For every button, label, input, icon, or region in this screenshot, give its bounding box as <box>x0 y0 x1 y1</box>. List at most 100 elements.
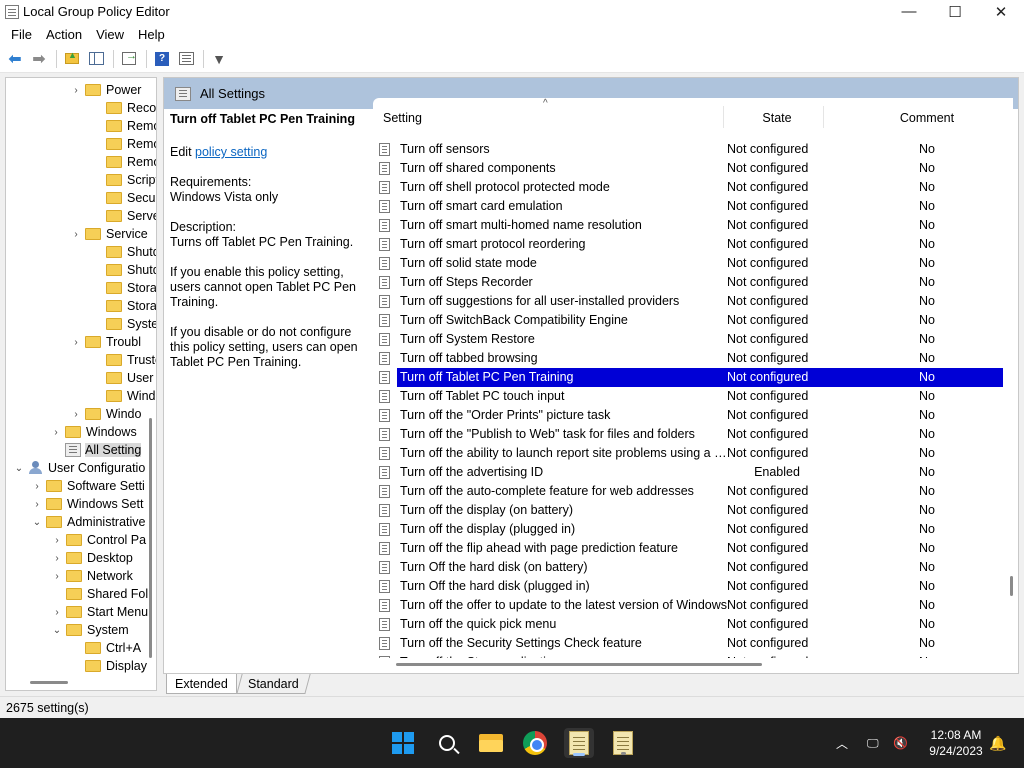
notepad-taskbar-button[interactable] <box>608 728 638 758</box>
show-hide-tree-button[interactable] <box>85 48 107 70</box>
tree-item[interactable]: All Setting <box>50 441 142 459</box>
tab-extended[interactable]: Extended <box>166 674 237 694</box>
tree-vertical-scrollbar[interactable] <box>149 418 152 658</box>
clock[interactable]: 12:08 AM 9/24/2023 <box>918 727 994 759</box>
policy-row[interactable]: Turn Off the hard disk (plugged in) Not c… <box>373 577 1003 596</box>
tree-item[interactable]: › Power <box>70 81 141 99</box>
tree-item[interactable]: User Pr <box>91 369 156 387</box>
menu-action[interactable]: Action <box>39 27 89 42</box>
tree-item[interactable]: Shutdo <box>91 243 156 261</box>
back-button[interactable]: ⬅ <box>4 48 26 70</box>
policy-row[interactable]: Turn off shared components Not configured… <box>373 159 1003 178</box>
policy-row[interactable]: Turn off the flip ahead with page predic… <box>373 539 1003 558</box>
maximize-button[interactable]: ☐ <box>932 0 978 23</box>
start-button[interactable] <box>388 728 418 758</box>
tree-item[interactable]: › Windo <box>70 405 141 423</box>
column-separator[interactable] <box>723 106 724 128</box>
tree-item[interactable]: Remot <box>91 135 156 153</box>
column-separator[interactable] <box>823 106 824 128</box>
up-one-level-button[interactable] <box>61 48 83 70</box>
notifications-bell-icon[interactable]: 🔔 <box>989 735 1006 752</box>
tree-item[interactable]: Server <box>91 207 156 225</box>
column-header-comment[interactable]: Comment <box>827 98 1013 138</box>
policy-row[interactable]: Turn off the "Order Prints" picture task… <box>373 406 1003 425</box>
list-horizontal-scrollbar[interactable] <box>396 663 762 666</box>
policy-row[interactable]: Turn off the display (on battery) Not con… <box>373 501 1003 520</box>
tree-item[interactable]: › Software Setti <box>31 477 145 495</box>
tree-item[interactable]: ⌄ Administrative <box>31 513 146 531</box>
policy-row[interactable]: Turn off shell protocol protected mode No… <box>373 178 1003 197</box>
chevron-down-icon[interactable]: ⌄ <box>13 463 25 474</box>
network-button[interactable]: 🖵 <box>867 718 879 768</box>
policy-row[interactable]: Turn off Steps Recorder Not configured No <box>373 273 1003 292</box>
policy-row[interactable]: Turn off Tablet PC Pen Training Not confi… <box>373 368 1003 387</box>
column-header-setting[interactable]: Setting <box>383 98 723 138</box>
chevron-right-icon[interactable]: › <box>70 229 82 240</box>
policy-row[interactable]: Turn off System Restore Not configured No <box>373 330 1003 349</box>
forward-button[interactable]: ➡ <box>28 48 50 70</box>
help-button[interactable]: ? <box>151 48 173 70</box>
tree-item[interactable]: Scripts <box>91 171 156 189</box>
tree-item[interactable]: Storag <box>91 279 156 297</box>
policy-row[interactable]: Turn off the "Publish to Web" task for f… <box>373 425 1003 444</box>
tree-item[interactable]: › Start Menu <box>51 603 148 621</box>
close-button[interactable]: ✕ <box>978 0 1024 23</box>
chrome-button[interactable] <box>520 728 550 758</box>
tree-item[interactable]: Shutdo <box>91 261 156 279</box>
tree-item[interactable]: › Control Pa <box>51 531 146 549</box>
tree-item[interactable]: Windo <box>91 387 156 405</box>
tree-item[interactable]: Ctrl+A <box>70 639 141 657</box>
policy-row[interactable]: Turn off the Security Settings Check fea… <box>373 634 1003 653</box>
chevron-right-icon[interactable]: › <box>51 607 63 618</box>
minimize-button[interactable]: — <box>886 0 932 23</box>
menu-file[interactable]: File <box>4 27 39 42</box>
tree-item[interactable]: › Troubl <box>70 333 141 351</box>
policy-row[interactable]: Turn off the advertising ID Enabled No <box>373 463 1003 482</box>
tree-item[interactable]: Truste <box>91 351 156 369</box>
chevron-right-icon[interactable]: › <box>31 499 43 510</box>
tree-item[interactable]: Securit <box>91 189 156 207</box>
chevron-right-icon[interactable]: › <box>51 535 63 546</box>
menu-help[interactable]: Help <box>131 27 172 42</box>
tree-item[interactable]: › Windows Sett <box>31 495 143 513</box>
policy-row[interactable]: Turn off the auto-complete feature for w… <box>373 482 1003 501</box>
tree-item[interactable]: ⌄ System <box>51 621 129 639</box>
column-header-state[interactable]: State <box>727 98 827 138</box>
policy-row[interactable]: Turn off the display (plugged in) Not con… <box>373 520 1003 539</box>
tree-item[interactable]: Display <box>70 657 147 675</box>
chevron-right-icon[interactable]: › <box>70 85 82 96</box>
policy-row[interactable]: Turn off tabbed browsing Not configured No <box>373 349 1003 368</box>
tree-item[interactable]: › Network <box>51 567 133 585</box>
tree-item[interactable]: ⌄ User Configuratio <box>13 459 145 477</box>
chevron-right-icon[interactable]: › <box>70 409 82 420</box>
tree-item[interactable]: Recove <box>91 99 156 117</box>
export-list-button[interactable] <box>118 48 140 70</box>
tree-item[interactable]: Remot <box>91 117 156 135</box>
policy-row[interactable]: Turn Off the hard disk (on battery) Not c… <box>373 558 1003 577</box>
edit-policy-setting-link[interactable]: policy setting <box>195 145 267 159</box>
tree-item[interactable]: › Service <box>70 225 147 243</box>
list-vertical-scrollbar[interactable] <box>1010 576 1013 596</box>
policy-row[interactable]: Turn off solid state mode Not configured N… <box>373 254 1003 273</box>
volume-button[interactable]: 🔇 <box>893 718 908 768</box>
properties-button[interactable] <box>175 48 197 70</box>
tree-item[interactable]: › Desktop <box>51 549 133 567</box>
chevron-right-icon[interactable]: › <box>31 481 43 492</box>
policy-row[interactable]: Turn off smart card emulation Not configu… <box>373 197 1003 216</box>
chevron-down-icon[interactable]: ⌄ <box>51 625 63 636</box>
chevron-right-icon[interactable]: › <box>50 427 62 438</box>
tree-item[interactable]: Remov <box>91 153 156 171</box>
chevron-down-icon[interactable]: ⌄ <box>31 517 43 528</box>
policy-row[interactable]: Turn off the quick pick menu Not configur… <box>373 615 1003 634</box>
policy-row[interactable]: Turn off sensors Not configured No <box>373 140 1003 159</box>
tree-item[interactable]: Storag <box>91 297 156 315</box>
policy-row[interactable]: Turn off Tablet PC touch input Not config… <box>373 387 1003 406</box>
policy-row[interactable]: Turn off the Store applicationNot config… <box>373 653 1003 658</box>
policy-row[interactable]: Turn off suggestions for all user-instal… <box>373 292 1003 311</box>
tab-standard[interactable]: Standard <box>236 674 311 694</box>
show-hidden-icons-button[interactable]: ︿ <box>836 718 848 768</box>
policy-row[interactable]: Turn off the ability to launch report si… <box>373 444 1003 463</box>
chevron-right-icon[interactable]: › <box>70 337 82 348</box>
policy-row[interactable]: Turn off smart protocol reordering Not co… <box>373 235 1003 254</box>
chevron-right-icon[interactable]: › <box>51 553 63 564</box>
